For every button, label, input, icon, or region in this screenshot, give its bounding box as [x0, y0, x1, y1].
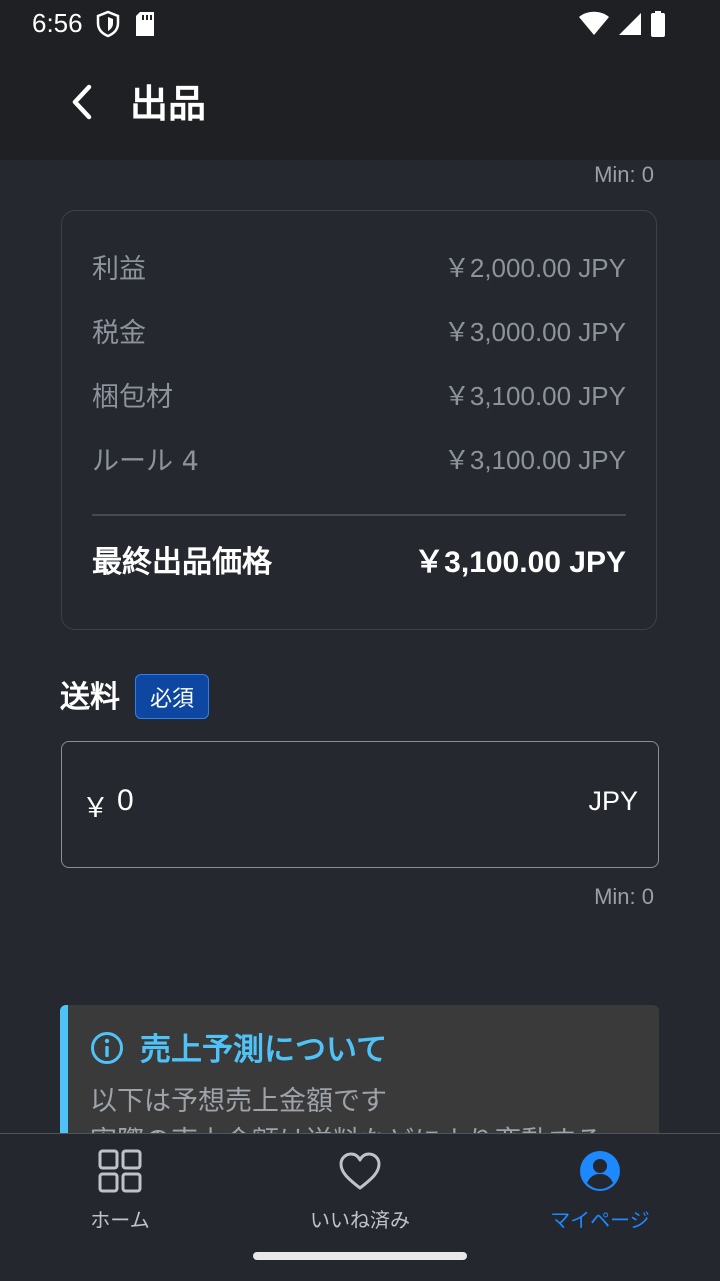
- summary-row-label: ルール 4: [92, 445, 199, 477]
- required-badge: 必須: [135, 674, 209, 719]
- nav-label: ホーム: [90, 1208, 150, 1232]
- summary-row-amount: ￥3,000.00 JPY: [443, 316, 626, 347]
- grid-icon: [97, 1148, 143, 1198]
- summary-row-label: 利益: [92, 253, 146, 285]
- final-price-row: 最終出品価格 ￥3,100.00 JPY: [92, 537, 626, 581]
- shipping-label: 送料: [60, 680, 120, 715]
- nav-label: マイページ: [550, 1208, 650, 1232]
- sales-forecast-text: 以下は予想売上金額です: [90, 1086, 387, 1117]
- info-icon: [90, 1031, 124, 1069]
- nav-label: いいね済み: [310, 1208, 410, 1232]
- final-price-label: 最終出品価格: [92, 545, 272, 580]
- nav-item-mypage[interactable]: マイページ: [500, 1148, 700, 1238]
- summary-row-rule4: ルール 4 ￥3,100.00 JPY: [92, 438, 626, 478]
- app-bar: 出品: [0, 48, 720, 160]
- chevron-left-icon: [69, 83, 95, 125]
- nav-item-likes[interactable]: いいね済み: [260, 1148, 460, 1238]
- divider: [92, 514, 626, 516]
- wifi-icon: [578, 11, 610, 41]
- heart-icon: [337, 1148, 383, 1198]
- min-label: Min: 0: [594, 884, 654, 909]
- status-time: 6:56: [32, 8, 83, 38]
- summary-row-amount: ￥3,100.00 JPY: [443, 380, 626, 411]
- sd-card-icon: [134, 11, 156, 41]
- summary-row-amount: ￥3,100.00 JPY: [443, 444, 626, 475]
- signal-icon: [618, 11, 642, 41]
- final-price-amount: ￥3,100.00 JPY: [414, 546, 626, 579]
- currency-prefix: ￥: [82, 793, 109, 824]
- price-summary-card: 利益 ￥2,000.00 JPY 税金 ￥3,000.00 JPY 梱包材 ￥3…: [61, 210, 657, 630]
- page-title: 出品: [130, 82, 207, 126]
- summary-row-packaging: 梱包材 ￥3,100.00 JPY: [92, 374, 626, 414]
- status-bar: 6:56: [0, 0, 720, 48]
- back-button[interactable]: [58, 78, 106, 130]
- summary-row-tax: 税金 ￥3,000.00 JPY: [92, 310, 626, 350]
- summary-row-profit: 利益 ￥2,000.00 JPY: [92, 246, 626, 286]
- summary-row-label: 梱包材: [92, 381, 173, 413]
- shipping-fee-input[interactable]: ￥ 0 JPY: [61, 741, 659, 868]
- shipping-fee-value[interactable]: 0: [117, 784, 134, 818]
- battery-icon: [650, 10, 666, 42]
- account-circle-icon: [577, 1148, 623, 1198]
- summary-row-amount: ￥2,000.00 JPY: [443, 252, 626, 283]
- min-label: Min: 0: [594, 162, 654, 187]
- summary-row-label: 税金: [92, 317, 146, 349]
- currency-suffix: JPY: [588, 786, 638, 816]
- home-indicator[interactable]: [253, 1252, 467, 1260]
- shield-icon: [96, 10, 120, 42]
- sales-forecast-title: 売上予測について: [140, 1032, 388, 1068]
- nav-item-home[interactable]: ホーム: [20, 1148, 220, 1238]
